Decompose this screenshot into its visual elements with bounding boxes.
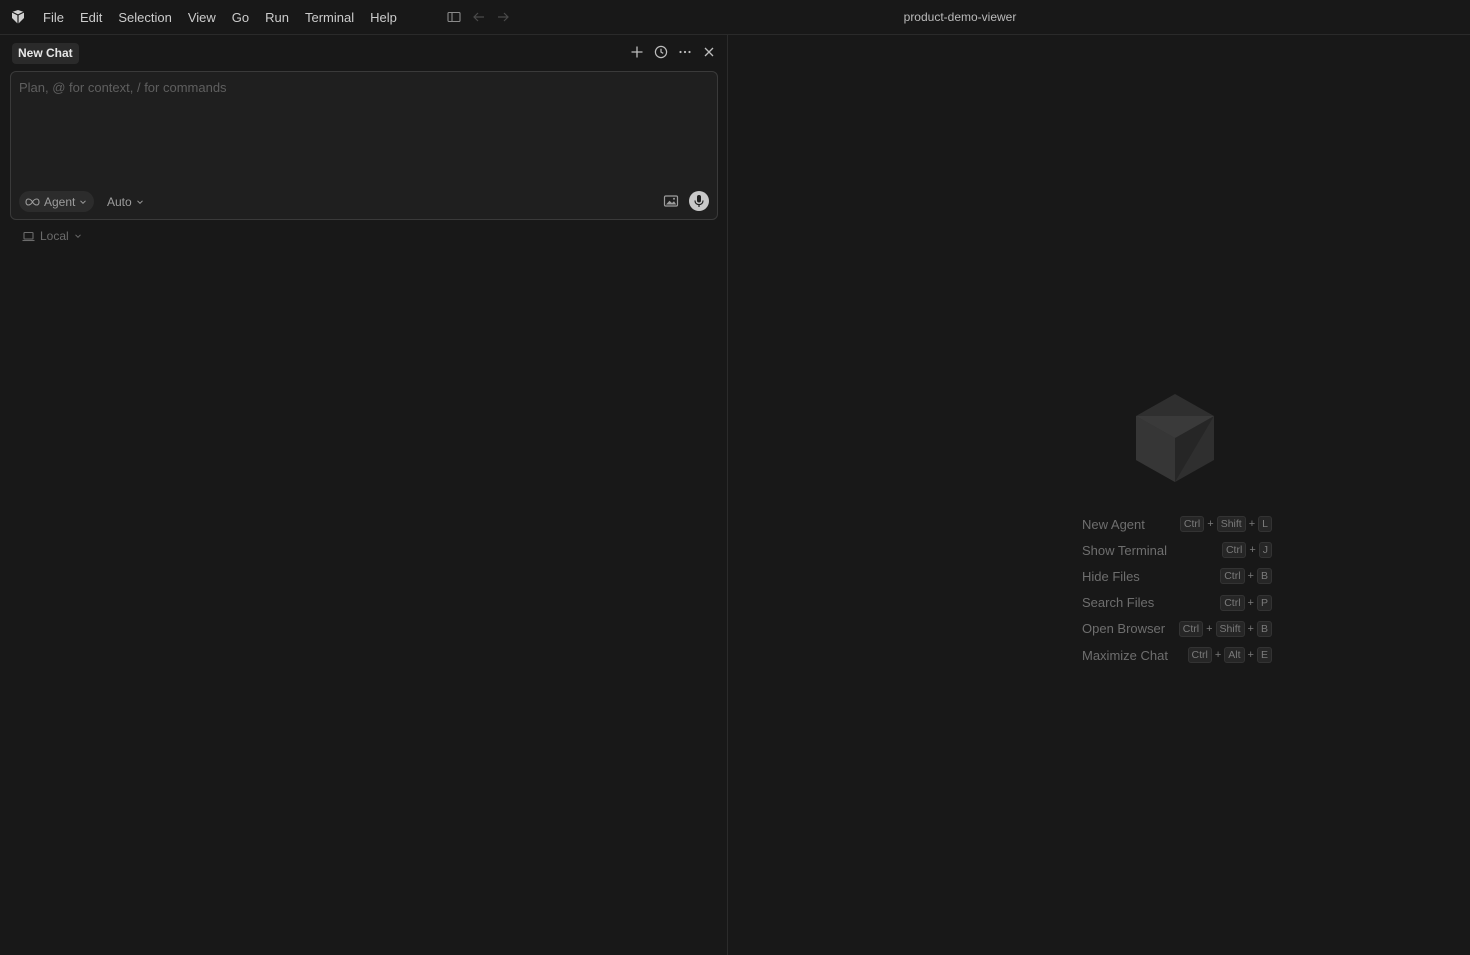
shortcut-keys: Ctrl + B (1220, 568, 1272, 585)
chevron-down-icon (136, 199, 143, 204)
environment-label: Local (40, 229, 69, 243)
key-cap: Shift (1215, 620, 1245, 637)
key-separator: + (1206, 622, 1213, 635)
chat-input[interactable] (19, 80, 709, 180)
key-cap: L (1258, 516, 1272, 533)
key-cap: J (1258, 542, 1272, 559)
image-icon[interactable] (663, 193, 679, 209)
menu-file[interactable]: File (35, 0, 72, 35)
agent-mode-selector[interactable]: Agent (19, 191, 95, 212)
shortcut-maximize-chat: Maximize Chat Ctrl + Alt + E (1082, 642, 1272, 668)
sidebar-toggle-icon[interactable] (447, 10, 461, 24)
menu-run[interactable]: Run (257, 0, 297, 35)
more-options-button[interactable] (677, 44, 693, 60)
voice-input-button[interactable] (689, 191, 709, 211)
model-selector[interactable]: Auto (107, 191, 144, 212)
shortcut-keys: Ctrl + Shift + B (1178, 620, 1272, 637)
window-title: product-demo-viewer (903, 10, 1017, 24)
key-cap: Ctrl (1178, 620, 1204, 637)
key-separator: + (1247, 596, 1254, 609)
chat-panel: New Chat Plan, @ for context, / for comm… (0, 35, 728, 955)
key-cap: P (1256, 594, 1272, 611)
agent-mode-label: Agent (44, 194, 76, 209)
environment-selector[interactable]: Local (22, 228, 82, 244)
history-button[interactable] (653, 44, 669, 60)
menu-help[interactable]: Help (362, 0, 405, 35)
menu-edit[interactable]: Edit (72, 0, 110, 35)
shortcut-keys: Ctrl + Shift + L (1179, 516, 1272, 533)
key-cap: Shift (1216, 516, 1246, 533)
close-icon (704, 47, 714, 57)
close-chat-button[interactable] (701, 44, 717, 60)
chat-panel-actions (629, 44, 717, 60)
editor-area: New Agent Ctrl + Shift + L Show Terminal… (729, 35, 1470, 955)
laptop-icon (22, 231, 35, 241)
key-separator: + (1249, 544, 1256, 557)
shortcut-keys: Ctrl + J (1221, 542, 1272, 559)
shortcut-hide-files: Hide Files Ctrl + B (1082, 563, 1272, 589)
key-separator: + (1247, 570, 1254, 583)
title-bar: File Edit Selection View Go Run Terminal… (0, 0, 1470, 35)
key-cap: E (1256, 647, 1272, 664)
key-separator: + (1248, 518, 1256, 531)
key-separator: + (1247, 622, 1254, 635)
shortcut-keys: Ctrl + P (1220, 594, 1272, 611)
tab-new-chat[interactable]: New Chat (12, 43, 79, 64)
cursor-cube-logo (1136, 394, 1214, 482)
chevron-down-icon (80, 199, 87, 204)
chat-composer: Agent Auto (10, 71, 718, 220)
key-cap: Ctrl (1220, 594, 1245, 611)
shortcut-label: Show Terminal (1082, 542, 1168, 558)
shortcut-label: Search Files (1082, 595, 1155, 611)
shortcut-search-files: Search Files Ctrl + P (1082, 590, 1272, 616)
shortcut-new-agent: New Agent Ctrl + Shift + L (1082, 511, 1272, 537)
key-cap: Ctrl (1179, 516, 1205, 533)
arrow-right-icon[interactable] (496, 10, 510, 24)
chevron-down-icon (74, 234, 81, 239)
shortcut-list: New Agent Ctrl + Shift + L Show Terminal… (1082, 511, 1272, 668)
key-cap: Ctrl (1221, 542, 1247, 559)
menu-selection[interactable]: Selection (110, 0, 179, 35)
key-separator: + (1247, 649, 1254, 662)
shortcut-label: New Agent (1082, 516, 1145, 532)
key-cap: Alt (1224, 647, 1245, 664)
menu-bar: File Edit Selection View Go Run Terminal… (35, 0, 405, 35)
key-cap: Ctrl (1220, 568, 1245, 585)
shortcut-open-browser: Open Browser Ctrl + Shift + B (1082, 616, 1272, 642)
microphone-icon (694, 195, 704, 207)
plus-icon (631, 46, 643, 58)
shortcut-label: Hide Files (1082, 568, 1140, 584)
new-chat-button[interactable] (629, 44, 645, 60)
shortcut-show-terminal: Show Terminal Ctrl + J (1082, 537, 1272, 563)
key-separator: + (1207, 518, 1214, 531)
shortcut-keys: Ctrl + Alt + E (1187, 647, 1272, 664)
menu-view[interactable]: View (180, 0, 224, 35)
shortcut-label: Maximize Chat (1082, 647, 1168, 663)
clock-icon (654, 45, 668, 59)
key-separator: + (1214, 649, 1222, 662)
menu-terminal[interactable]: Terminal (297, 0, 362, 35)
infinity-icon (25, 197, 40, 206)
key-cap: Ctrl (1187, 647, 1212, 664)
cursor-logo-icon[interactable] (10, 9, 26, 25)
ellipsis-icon (679, 50, 691, 54)
arrow-left-icon[interactable] (472, 10, 486, 24)
key-cap: B (1256, 568, 1272, 585)
shortcut-label: Open Browser (1082, 621, 1166, 637)
key-cap: B (1256, 620, 1272, 637)
menu-go[interactable]: Go (224, 0, 257, 35)
model-label: Auto (107, 194, 132, 209)
